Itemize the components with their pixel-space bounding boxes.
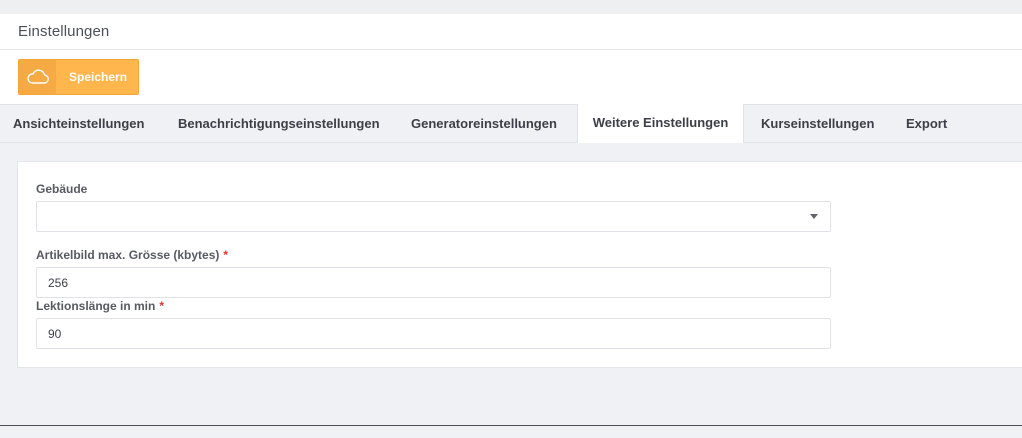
tab-export[interactable]: Export: [906, 105, 947, 143]
image-size-value: 256: [48, 276, 69, 290]
building-select[interactable]: [36, 201, 831, 232]
lesson-length-input[interactable]: 90: [36, 318, 831, 349]
tab-ansichteinstellungen[interactable]: Ansichteinstellungen: [13, 105, 144, 143]
settings-panel: Gebäude Artikelbild max. Grösse (kbytes)…: [17, 161, 1022, 368]
image-size-input[interactable]: 256: [36, 267, 831, 298]
settings-tabs: Ansichteinstellungen Benachrichtigungsei…: [0, 104, 1022, 143]
lesson-length-value: 90: [48, 327, 62, 341]
cloud-icon: [19, 60, 56, 94]
building-label-text: Gebäude: [36, 182, 88, 196]
chevron-down-icon: [810, 214, 818, 219]
lesson-length-label-text: Lektionslänge in min: [36, 299, 156, 313]
image-size-label: Artikelbild max. Grösse (kbytes) *: [36, 248, 228, 262]
image-size-label-text: Artikelbild max. Grösse (kbytes): [36, 248, 220, 262]
toolbar: Speichern: [0, 50, 1022, 105]
tab-kurseinstellungen[interactable]: Kurseinstellungen: [761, 105, 874, 143]
tab-weitere-einstellungen[interactable]: Weitere Einstellungen: [577, 104, 744, 143]
save-button-label: Speichern: [69, 70, 128, 84]
building-label: Gebäude: [36, 182, 87, 196]
title-bar: Einstellungen: [0, 14, 1022, 50]
tab-generatoreinstellungen[interactable]: Generatoreinstellungen: [411, 105, 557, 143]
required-marker: *: [159, 299, 165, 313]
tab-benachrichtigungseinstellungen[interactable]: Benachrichtigungseinstellungen: [178, 105, 380, 143]
divider: [0, 425, 1022, 426]
lesson-length-label: Lektionslänge in min *: [36, 299, 164, 313]
top-strip: [0, 0, 1022, 14]
page-title: Einstellungen: [18, 23, 110, 40]
required-marker: *: [223, 248, 229, 262]
save-button[interactable]: Speichern: [18, 59, 139, 95]
